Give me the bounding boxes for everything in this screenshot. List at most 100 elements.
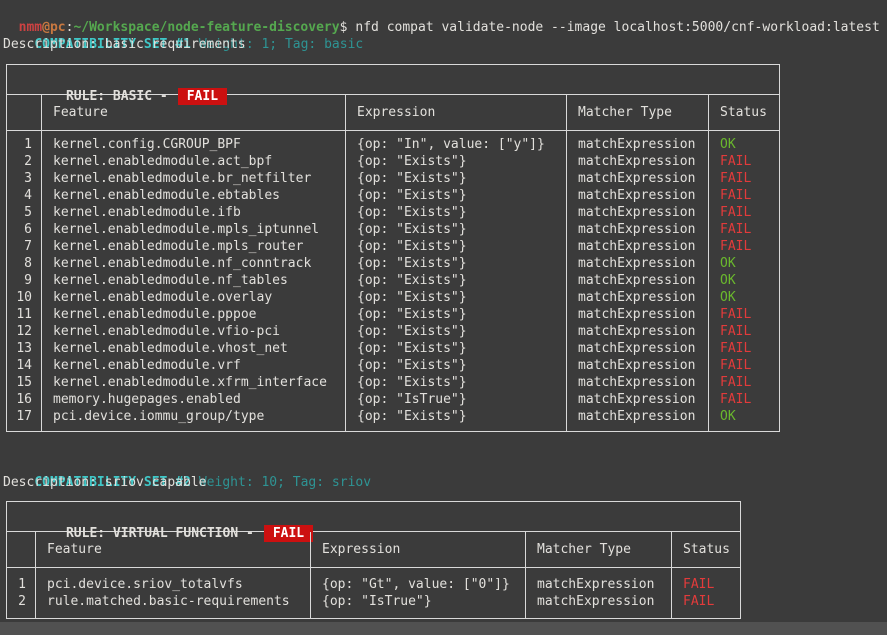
table-row: 13 kernel.enabledmodule.vhost_net {op: "…: [7, 340, 779, 357]
row-matcher-type: matchExpression: [566, 204, 708, 221]
column-header-expression: Expression: [345, 104, 566, 121]
row-status: OK: [708, 289, 779, 306]
row-matcher-type: matchExpression: [525, 593, 671, 610]
compat-set-2: COMPATIBILITY SET #2Weight: 10; Tag: sri…: [0, 457, 887, 619]
table-row: 12 kernel.enabledmodule.vfio-pci {op: "E…: [7, 323, 779, 340]
row-index: 9: [7, 272, 41, 289]
table-row: 9 kernel.enabledmodule.nf_tables {op: "E…: [7, 272, 779, 289]
row-feature: kernel.enabledmodule.vhost_net: [41, 340, 345, 357]
row-expression: {op: "Exists"}: [345, 340, 566, 357]
row-expression: {op: "Exists"}: [345, 357, 566, 374]
column-header-feature: Feature: [41, 104, 345, 121]
compat-set-1: COMPATIBILITY SET #1Weight: 1; Tag: basi…: [0, 19, 887, 432]
column-header-status: Status: [671, 541, 740, 558]
row-expression: {op: "In", value: ["y"]}: [345, 136, 566, 153]
row-status: FAIL: [671, 593, 740, 610]
column-divider: [525, 568, 526, 618]
row-index: 6: [7, 221, 41, 238]
set-2-title-line: COMPATIBILITY SET #2Weight: 10; Tag: sri…: [0, 457, 887, 474]
row-matcher-type: matchExpression: [566, 306, 708, 323]
column-divider: [708, 95, 709, 130]
row-index: 10: [7, 289, 41, 306]
prompt-line: nmm@pc:~/Workspace/node-feature-discover…: [0, 2, 887, 19]
row-status: OK: [708, 255, 779, 272]
column-header-feature: Feature: [35, 541, 310, 558]
row-matcher-type: matchExpression: [566, 391, 708, 408]
row-status: FAIL: [708, 340, 779, 357]
row-index: 12: [7, 323, 41, 340]
rule-table-basic: RULE: BASIC -FAIL Feature Expression Mat…: [6, 64, 780, 432]
row-status: FAIL: [708, 357, 779, 374]
column-header-index: [7, 104, 41, 121]
column-divider: [566, 131, 567, 431]
prompt-dollar: $: [340, 20, 348, 35]
column-header-expression: Expression: [310, 541, 525, 558]
row-matcher-type: matchExpression: [566, 272, 708, 289]
row-expression: {op: "Exists"}: [345, 255, 566, 272]
terminal-bottom-bar: [0, 622, 887, 635]
column-divider: [345, 95, 346, 130]
row-feature: rule.matched.basic-requirements: [35, 593, 310, 610]
table-row: 1 kernel.config.CGROUP_BPF {op: "In", va…: [7, 136, 779, 153]
table-row: 14 kernel.enabledmodule.vrf {op: "Exists…: [7, 357, 779, 374]
row-status: FAIL: [708, 323, 779, 340]
row-expression: {op: "Exists"}: [345, 289, 566, 306]
row-index: 14: [7, 357, 41, 374]
row-expression: {op: "Exists"}: [345, 221, 566, 238]
column-divider: [310, 568, 311, 618]
row-feature: memory.hugepages.enabled: [41, 391, 345, 408]
row-matcher-type: matchExpression: [566, 170, 708, 187]
rule-header-basic: RULE: BASIC -FAIL: [7, 65, 779, 95]
row-matcher-type: matchExpression: [566, 153, 708, 170]
prompt-host: @pc: [42, 20, 65, 35]
row-expression: {op: "Exists"}: [345, 408, 566, 425]
table-body: 1 pci.device.sriov_totalvfs {op: "Gt", v…: [7, 568, 740, 618]
row-feature: kernel.config.CGROUP_BPF: [41, 136, 345, 153]
row-index: 15: [7, 374, 41, 391]
table-row: 11 kernel.enabledmodule.pppoe {op: "Exis…: [7, 306, 779, 323]
row-status: FAIL: [708, 221, 779, 238]
column-header-row: Feature Expression Matcher Type Status: [7, 532, 740, 568]
table-row: 2 kernel.enabledmodule.act_bpf {op: "Exi…: [7, 153, 779, 170]
row-feature: kernel.enabledmodule.vfio-pci: [41, 323, 345, 340]
column-divider: [41, 95, 42, 130]
row-expression: {op: "Exists"}: [345, 153, 566, 170]
row-status: FAIL: [708, 238, 779, 255]
set-2-description: Description: sriov capable: [0, 474, 887, 491]
rule-table-virtual-function: RULE: VIRTUAL FUNCTION -FAIL Feature Exp…: [6, 501, 741, 619]
row-status: FAIL: [708, 153, 779, 170]
row-expression: {op: "Exists"}: [345, 323, 566, 340]
row-feature: kernel.enabledmodule.overlay: [41, 289, 345, 306]
row-expression: {op: "Exists"}: [345, 272, 566, 289]
row-index: 5: [7, 204, 41, 221]
column-header-matcher-type: Matcher Type: [525, 541, 671, 558]
row-feature: kernel.enabledmodule.ebtables: [41, 187, 345, 204]
row-feature: kernel.enabledmodule.mpls_router: [41, 238, 345, 255]
row-feature: pci.device.sriov_totalvfs: [35, 576, 310, 593]
row-index: 16: [7, 391, 41, 408]
column-divider: [41, 131, 42, 431]
column-divider: [35, 532, 36, 567]
column-divider: [708, 131, 709, 431]
row-status: FAIL: [708, 170, 779, 187]
row-status: FAIL: [708, 374, 779, 391]
row-feature: kernel.enabledmodule.mpls_iptunnel: [41, 221, 345, 238]
prompt-user: nmm: [19, 20, 42, 35]
table-row: 4 kernel.enabledmodule.ebtables {op: "Ex…: [7, 187, 779, 204]
row-matcher-type: matchExpression: [566, 374, 708, 391]
row-index: 2: [7, 593, 35, 610]
row-feature: kernel.enabledmodule.vrf: [41, 357, 345, 374]
set-1-description: Description: basic requirements: [0, 36, 887, 53]
terminal-window: { "colors": { "bg": "#3b3b3b", "text": "…: [0, 0, 887, 635]
table-row: 3 kernel.enabledmodule.br_netfilter {op:…: [7, 170, 779, 187]
column-divider: [566, 95, 567, 130]
row-expression: {op: "Exists"}: [345, 374, 566, 391]
row-index: 1: [7, 576, 35, 593]
row-expression: {op: "IsTrue"}: [310, 593, 525, 610]
row-feature: kernel.enabledmodule.act_bpf: [41, 153, 345, 170]
row-index: 8: [7, 255, 41, 272]
column-divider: [310, 532, 311, 567]
row-expression: {op: "Exists"}: [345, 238, 566, 255]
column-divider: [525, 532, 526, 567]
row-matcher-type: matchExpression: [525, 576, 671, 593]
